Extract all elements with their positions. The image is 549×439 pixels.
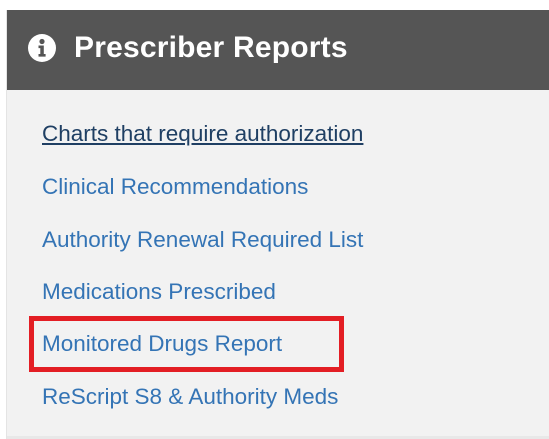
monitored-drugs-report-link[interactable]: Monitored Drugs Report xyxy=(42,331,282,356)
authority-renewal-required-list-link[interactable]: Authority Renewal Required List xyxy=(42,227,363,252)
charts-requiring-authorization-link[interactable]: Charts that require authorization xyxy=(42,121,363,146)
panel-title: Prescriber Reports xyxy=(74,31,348,64)
medications-prescribed-link[interactable]: Medications Prescribed xyxy=(42,279,276,304)
list-item: ReScript S8 & Authority Meds xyxy=(42,384,338,414)
list-item: Clinical Recommendations xyxy=(42,174,308,204)
list-item: Charts that require authorization xyxy=(42,121,363,151)
list-item: Authority Renewal Required List xyxy=(42,227,363,257)
info-circle-icon xyxy=(28,34,56,62)
list-item: Monitored Drugs Report xyxy=(42,331,282,361)
rescript-s8-authority-meds-link[interactable]: ReScript S8 & Authority Meds xyxy=(42,384,338,409)
clinical-recommendations-link[interactable]: Clinical Recommendations xyxy=(42,174,308,199)
prescriber-reports-panel: Prescriber Reports Charts that require a… xyxy=(6,10,549,439)
panel-header: Prescriber Reports xyxy=(7,10,549,90)
list-item: Medications Prescribed xyxy=(42,279,276,309)
